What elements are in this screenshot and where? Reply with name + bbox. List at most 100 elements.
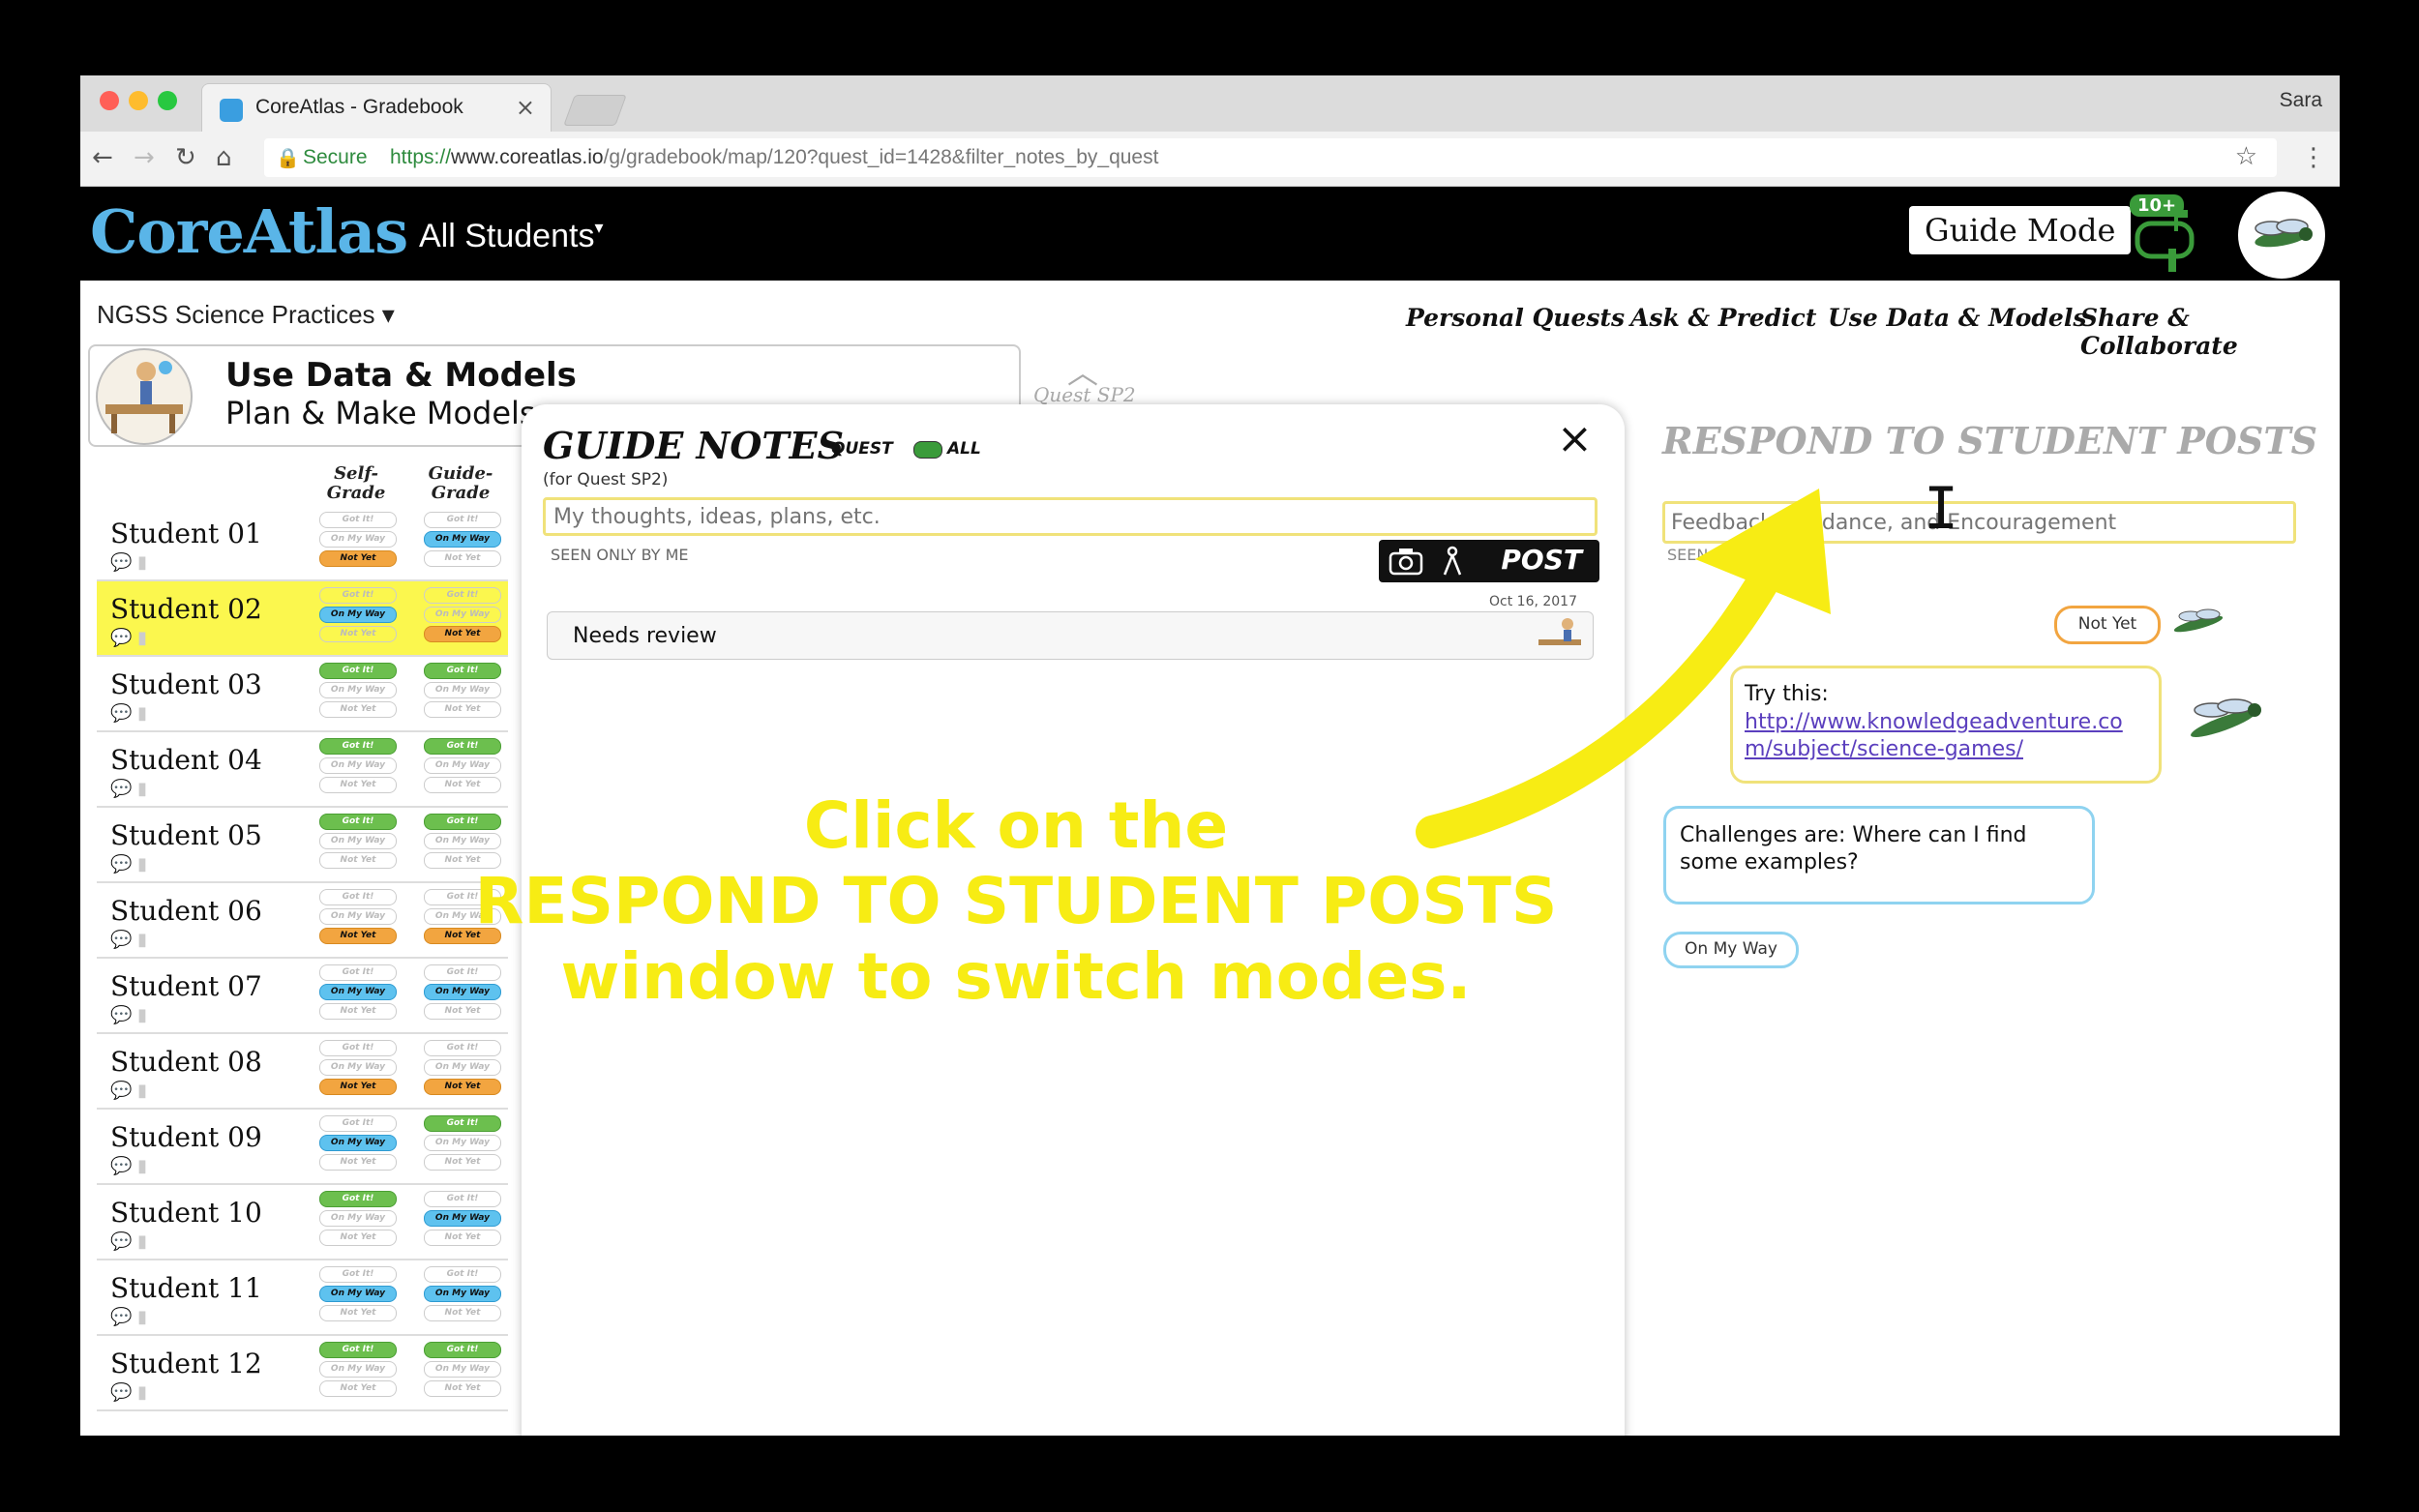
- close-icon[interactable]: ×: [1557, 414, 1593, 463]
- self-grade-omw-pill[interactable]: On My Way: [319, 682, 397, 698]
- self-grade-nyt-pill[interactable]: Not Yet: [319, 701, 397, 718]
- self-grade-nyt-pill[interactable]: Not Yet: [319, 1230, 397, 1246]
- guide-grade-omw-pill[interactable]: On My Way: [424, 1286, 501, 1302]
- respond-panel-title[interactable]: RESPOND TO STUDENT POSTS: [1662, 419, 2317, 462]
- self-grade-got-pill[interactable]: Got It!: [319, 738, 397, 755]
- guide-grade-omw-pill[interactable]: On My Way: [424, 1361, 501, 1378]
- student-row[interactable]: Student 08 💬 ▮ Got It! On My Way Not Yet Got …: [97, 1034, 508, 1110]
- guide-grade-got-pill[interactable]: Got It!: [424, 512, 501, 528]
- comment-chart-icon[interactable]: 💬 ▮: [110, 1005, 147, 1025]
- reply-link[interactable]: http://www.knowledgeadventure.com/subjec…: [1745, 709, 2141, 763]
- self-grade-got-pill[interactable]: Got It!: [319, 889, 397, 905]
- respond-feedback-input[interactable]: [1662, 501, 2296, 544]
- nav-share-collaborate[interactable]: Share & Collaborate: [2080, 304, 2340, 360]
- self-grade-got-pill[interactable]: Got It!: [319, 1115, 397, 1132]
- browser-tab[interactable]: CoreAtlas - Gradebook ×: [201, 83, 552, 133]
- guide-grade-nyt-pill[interactable]: Not Yet: [424, 1154, 501, 1171]
- comment-chart-icon[interactable]: 💬 ▮: [110, 1081, 147, 1101]
- scope-selector[interactable]: All Students▾: [419, 218, 604, 255]
- guide-grade-got-pill[interactable]: Got It!: [424, 738, 501, 755]
- guide-grade-nyt-pill[interactable]: Not Yet: [424, 550, 501, 567]
- student-row[interactable]: Student 11 💬 ▮ Got It! On My Way Not Yet Got …: [97, 1260, 508, 1336]
- self-grade-got-pill[interactable]: Got It!: [319, 814, 397, 830]
- camera-icon[interactable]: [1389, 547, 1423, 576]
- self-grade-got-pill[interactable]: Got It!: [319, 1266, 397, 1283]
- self-grade-omw-pill[interactable]: On My Way: [319, 531, 397, 548]
- self-grade-nyt-pill[interactable]: Not Yet: [319, 777, 397, 793]
- guide-grade-omw-pill[interactable]: On My Way: [424, 1135, 501, 1151]
- guide-mode-button[interactable]: Guide Mode: [1909, 206, 2132, 254]
- quest-all-toggle[interactable]: [913, 441, 942, 459]
- comment-chart-icon[interactable]: 💬 ▮: [110, 703, 147, 724]
- student-row[interactable]: Student 01 💬 ▮ Got It! On My Way Not Yet Got …: [97, 506, 508, 581]
- profile-name[interactable]: Sara: [2280, 89, 2322, 112]
- student-row[interactable]: Student 10 💬 ▮ Got It! On My Way Not Yet Got …: [97, 1185, 508, 1260]
- comment-chart-icon[interactable]: 💬 ▮: [110, 854, 147, 875]
- guide-grade-nyt-pill[interactable]: Not Yet: [424, 1380, 501, 1397]
- self-grade-got-pill[interactable]: Got It!: [319, 512, 397, 528]
- self-grade-nyt-pill[interactable]: Not Yet: [319, 1003, 397, 1020]
- guide-grade-nyt-pill[interactable]: Not Yet: [424, 1230, 501, 1246]
- url-field[interactable]: 🔒 Secure https://www.coreatlas.io/g/grad…: [264, 138, 2277, 177]
- self-grade-omw-pill[interactable]: On My Way: [319, 984, 397, 1000]
- browser-menu-icon[interactable]: ⋮: [2301, 143, 2326, 172]
- self-grade-omw-pill[interactable]: On My Way: [319, 1286, 397, 1302]
- post-button[interactable]: POST: [1501, 544, 1582, 576]
- student-row[interactable]: Student 02 💬 ▮ Got It! On My Way Not Yet Got …: [97, 581, 508, 657]
- tab-close-icon[interactable]: ×: [516, 94, 535, 121]
- guide-grade-got-pill[interactable]: Got It!: [424, 663, 501, 679]
- self-grade-omw-pill[interactable]: On My Way: [319, 1210, 397, 1227]
- guide-notes-input[interactable]: [543, 497, 1598, 536]
- maximize-window-icon[interactable]: [158, 91, 177, 110]
- self-grade-got-pill[interactable]: Got It!: [319, 1191, 397, 1207]
- student-row[interactable]: Student 12 💬 ▮ Got It! On My Way Not Yet Got …: [97, 1336, 508, 1411]
- comment-chart-icon[interactable]: 💬 ▮: [110, 1156, 147, 1176]
- comment-chart-icon[interactable]: 💬 ▮: [110, 628, 147, 648]
- self-grade-nyt-pill[interactable]: Not Yet: [319, 1079, 397, 1095]
- student-row[interactable]: Student 09 💬 ▮ Got It! On My Way Not Yet Got …: [97, 1110, 508, 1185]
- comment-chart-icon[interactable]: 💬 ▮: [110, 930, 147, 950]
- self-grade-omw-pill[interactable]: On My Way: [319, 1059, 397, 1076]
- guide-note-item[interactable]: Needs review: [547, 611, 1594, 660]
- self-grade-omw-pill[interactable]: On My Way: [319, 1135, 397, 1151]
- home-icon[interactable]: ⌂: [216, 143, 232, 172]
- user-avatar[interactable]: [2238, 192, 2325, 279]
- guide-grade-nyt-pill[interactable]: Not Yet: [424, 626, 501, 642]
- new-tab-button[interactable]: [563, 95, 627, 126]
- guide-grade-nyt-pill[interactable]: Not Yet: [424, 1305, 501, 1321]
- self-grade-omw-pill[interactable]: On My Way: [319, 1361, 397, 1378]
- reload-icon[interactable]: ↻: [175, 143, 196, 172]
- self-grade-omw-pill[interactable]: On My Way: [319, 908, 397, 925]
- self-grade-got-pill[interactable]: Got It!: [319, 964, 397, 981]
- guide-grade-got-pill[interactable]: Got It!: [424, 1191, 501, 1207]
- minimize-window-icon[interactable]: [129, 91, 148, 110]
- comment-chart-icon[interactable]: 💬 ▮: [110, 1382, 147, 1403]
- guide-grade-omw-pill[interactable]: On My Way: [424, 1210, 501, 1227]
- comment-chart-icon[interactable]: 💬 ▮: [110, 1307, 147, 1327]
- guide-grade-got-pill[interactable]: Got It!: [424, 1115, 501, 1132]
- coreatlas-logo[interactable]: CoreAtlas: [90, 196, 408, 267]
- guide-grade-omw-pill[interactable]: On My Way: [424, 1059, 501, 1076]
- self-grade-nyt-pill[interactable]: Not Yet: [319, 626, 397, 642]
- self-grade-got-pill[interactable]: Got It!: [319, 1040, 397, 1056]
- bookmark-star-icon[interactable]: ☆: [2235, 142, 2257, 171]
- nav-personal-quests[interactable]: Personal Quests: [1406, 304, 1625, 332]
- self-grade-got-pill[interactable]: Got It!: [319, 587, 397, 604]
- student-post-bubble[interactable]: Challenges are: Where can I find some ex…: [1663, 806, 2095, 904]
- self-grade-omw-pill[interactable]: On My Way: [319, 833, 397, 849]
- self-grade-nyt-pill[interactable]: Not Yet: [319, 550, 397, 567]
- comment-chart-icon[interactable]: 💬 ▮: [110, 779, 147, 799]
- self-grade-omw-pill[interactable]: On My Way: [319, 757, 397, 774]
- self-grade-omw-pill[interactable]: On My Way: [319, 607, 397, 623]
- guide-grade-got-pill[interactable]: Got It!: [424, 587, 501, 604]
- guide-grade-omw-pill[interactable]: On My Way: [424, 757, 501, 774]
- self-grade-nyt-pill[interactable]: Not Yet: [319, 1305, 397, 1321]
- comment-chart-icon[interactable]: 💬 ▮: [110, 552, 147, 573]
- drawing-tool-icon[interactable]: [1441, 546, 1464, 577]
- nav-use-data-models[interactable]: Use Data & Models: [1828, 304, 2086, 332]
- standards-dropdown[interactable]: NGSS Science Practices ▾: [97, 300, 395, 330]
- guide-grade-nyt-pill[interactable]: Not Yet: [424, 701, 501, 718]
- comment-chart-icon[interactable]: 💬 ▮: [110, 1231, 147, 1252]
- guide-grade-omw-pill[interactable]: On My Way: [424, 607, 501, 623]
- student-row[interactable]: Student 03 💬 ▮ Got It! On My Way Not Yet Got …: [97, 657, 508, 732]
